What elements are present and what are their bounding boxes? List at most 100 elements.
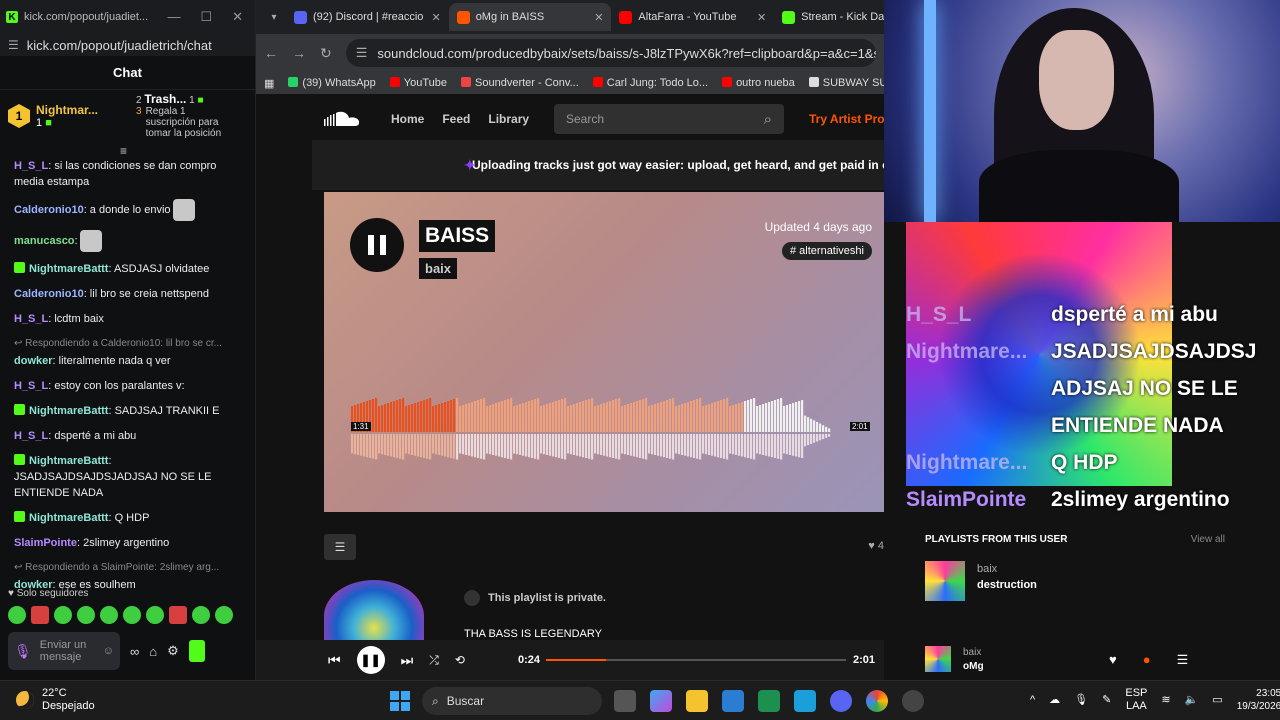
microphone-icon[interactable]: 🎙 <box>14 644 32 658</box>
apps-grid-icon[interactable]: ▦ <box>264 77 274 90</box>
waveform[interactable] <box>351 380 841 460</box>
chrome-icon[interactable] <box>866 690 888 712</box>
search-icon[interactable]: ⌕ <box>764 111 772 128</box>
tab-kick[interactable]: Stream - Kick Dash <box>774 3 884 31</box>
bookmark-carl-jung[interactable]: Carl Jung: Todo Lo... <box>592 77 708 89</box>
tab-soundcloud[interactable]: oMg in BAISS ✕ <box>448 3 612 31</box>
chat-username[interactable]: manucasco <box>14 235 75 247</box>
leaderboard-first[interactable]: 1 Nightmar... 1 ■ <box>8 94 128 138</box>
pause-button[interactable]: ❚❚ <box>356 646 385 674</box>
word-icon[interactable] <box>722 690 744 712</box>
repeat-icon[interactable]: ⟲ <box>455 653 465 667</box>
close-tab-icon[interactable]: ✕ <box>594 11 603 24</box>
tab-discord[interactable]: (92) Discord | #reaccio ✕ <box>286 3 449 31</box>
pen-icon[interactable]: ✎ <box>1102 694 1111 707</box>
chat-username[interactable]: NightmareBattt <box>29 455 108 467</box>
next-icon[interactable]: ⏭ <box>401 652 414 669</box>
bookmark-youtube[interactable]: YouTube <box>389 77 447 89</box>
try-artist-pro-link[interactable]: Try Artist Pro <box>809 112 885 126</box>
bookmark-outro[interactable]: outro nueba <box>722 77 795 89</box>
task-view-icon[interactable] <box>614 690 636 712</box>
chat-username[interactable]: NightmareBattt <box>29 263 108 275</box>
playlist-name[interactable]: destruction <box>977 577 1037 593</box>
emote-icon[interactable] <box>100 606 118 624</box>
store-icon[interactable]: ⌂ <box>149 644 157 659</box>
emote-icon[interactable] <box>215 606 233 624</box>
reply-reference[interactable]: ↩ Respondiendo a Calderonio10: lil bro s… <box>14 336 240 352</box>
emote-icon[interactable] <box>169 606 187 624</box>
chat-username[interactable]: Calderonio10 <box>14 204 84 216</box>
emoji-icon[interactable]: ☺ <box>103 645 114 657</box>
emote-icon[interactable] <box>192 606 210 624</box>
chevron-up-icon[interactable]: ^ <box>1030 694 1035 707</box>
chat-input[interactable]: 🎙 Enviar un mensaje ☺ <box>8 632 120 670</box>
chat-username[interactable]: H_S_L <box>14 430 48 442</box>
view-all-link[interactable]: View all <box>1191 534 1225 545</box>
bookmark-soundverter[interactable]: Soundverter - Conv... <box>461 77 579 89</box>
wifi-icon[interactable]: ≋ <box>1161 694 1170 707</box>
pause-button[interactable] <box>350 218 404 272</box>
reply-reference[interactable]: ↩ Respondiendo a SlaimPointe: 2slimey ar… <box>14 560 240 576</box>
leaderboard-second[interactable]: 2 Trash... 1 ■ 3 Regala 1 suscripción par… <box>136 93 226 139</box>
previous-icon[interactable]: ⏮ <box>328 652 341 669</box>
bookmark-whatsapp[interactable]: (39) WhatsApp <box>288 77 376 89</box>
add-to-queue-button[interactable]: ☰ <box>324 534 356 560</box>
file-explorer-icon[interactable] <box>686 690 708 712</box>
chat-url-bar[interactable]: ☰ kick.com/popout/juadietrich/chat <box>0 34 255 56</box>
infinity-icon[interactable]: ∞ <box>130 644 139 659</box>
collapse-handle-icon[interactable]: ≡ <box>120 144 127 158</box>
nav-feed[interactable]: Feed <box>442 112 470 126</box>
soundcloud-logo-icon[interactable] <box>324 110 364 128</box>
like-count[interactable]: ♥ 4 <box>868 540 884 552</box>
nav-library[interactable]: Library <box>488 112 529 126</box>
language-indicator[interactable]: ESP LAA <box>1125 687 1147 713</box>
emote-icon[interactable] <box>54 606 72 624</box>
emote-icon[interactable] <box>123 606 141 624</box>
maximize-icon[interactable]: ☐ <box>200 9 212 25</box>
site-info-icon[interactable]: ☰ <box>356 45 368 61</box>
back-icon[interactable]: ← <box>264 45 278 61</box>
chat-username[interactable]: H_S_L <box>14 380 48 392</box>
start-button[interactable] <box>390 691 410 711</box>
chat-username[interactable]: NightmareBattt <box>29 512 108 524</box>
microphone-icon[interactable]: 🎙 <box>1074 694 1088 707</box>
send-button[interactable] <box>188 640 205 662</box>
nav-home[interactable]: Home <box>391 112 424 126</box>
chat-username[interactable]: Calderonio10 <box>14 288 84 300</box>
emote-icon[interactable] <box>31 606 49 624</box>
progress-bar[interactable] <box>546 659 846 661</box>
tab-youtube[interactable]: AltaFarra - YouTube ✕ <box>611 3 774 31</box>
emote-icon[interactable] <box>146 606 164 624</box>
search-input[interactable]: Search ⌕ <box>554 104 784 134</box>
volume-icon[interactable]: 🔈 <box>1185 694 1199 707</box>
bookmark-subway[interactable]: SUBWAY SU <box>808 77 884 89</box>
playlist-artist[interactable]: baix <box>419 258 458 279</box>
taskbar-search[interactable]: ⌕ Buscar <box>422 687 602 715</box>
close-icon[interactable]: ✕ <box>232 9 243 25</box>
playlist-artist[interactable]: baix <box>977 561 1037 577</box>
tab-search-icon[interactable]: ▾ <box>262 12 286 23</box>
upload-banner[interactable]: ✦ Uploading tracks just got way easier: … <box>312 140 884 190</box>
genre-tag[interactable]: # alternativeshi <box>782 242 872 260</box>
now-playing-title[interactable]: oMg <box>963 660 984 674</box>
now-playing-artist[interactable]: baix <box>963 646 984 660</box>
queue-icon[interactable]: ☰ <box>1177 652 1189 668</box>
minimize-icon[interactable]: — <box>167 9 180 25</box>
chat-username[interactable]: NightmareBattt <box>29 405 108 417</box>
gear-icon[interactable]: ⚙ <box>167 643 179 659</box>
close-tab-icon[interactable]: ✕ <box>431 11 440 24</box>
chat-username[interactable]: dowker <box>14 355 53 367</box>
emote-icon[interactable] <box>77 606 95 624</box>
onedrive-icon[interactable]: ☁ <box>1049 694 1060 707</box>
obs-icon[interactable] <box>902 690 924 712</box>
chat-username[interactable]: H_S_L <box>14 313 48 325</box>
follow-user-icon[interactable]: ● <box>1143 652 1151 668</box>
battery-icon[interactable]: ▭ <box>1212 694 1222 707</box>
shuffle-icon[interactable]: ⤮ <box>429 653 439 668</box>
app-icon[interactable] <box>794 690 816 712</box>
chat-username[interactable]: H_S_L <box>14 160 48 172</box>
weather-widget[interactable]: 22°C Despejado <box>16 687 95 713</box>
copilot-icon[interactable] <box>650 690 672 712</box>
excel-icon[interactable] <box>758 690 780 712</box>
close-tab-icon[interactable]: ✕ <box>757 11 766 24</box>
